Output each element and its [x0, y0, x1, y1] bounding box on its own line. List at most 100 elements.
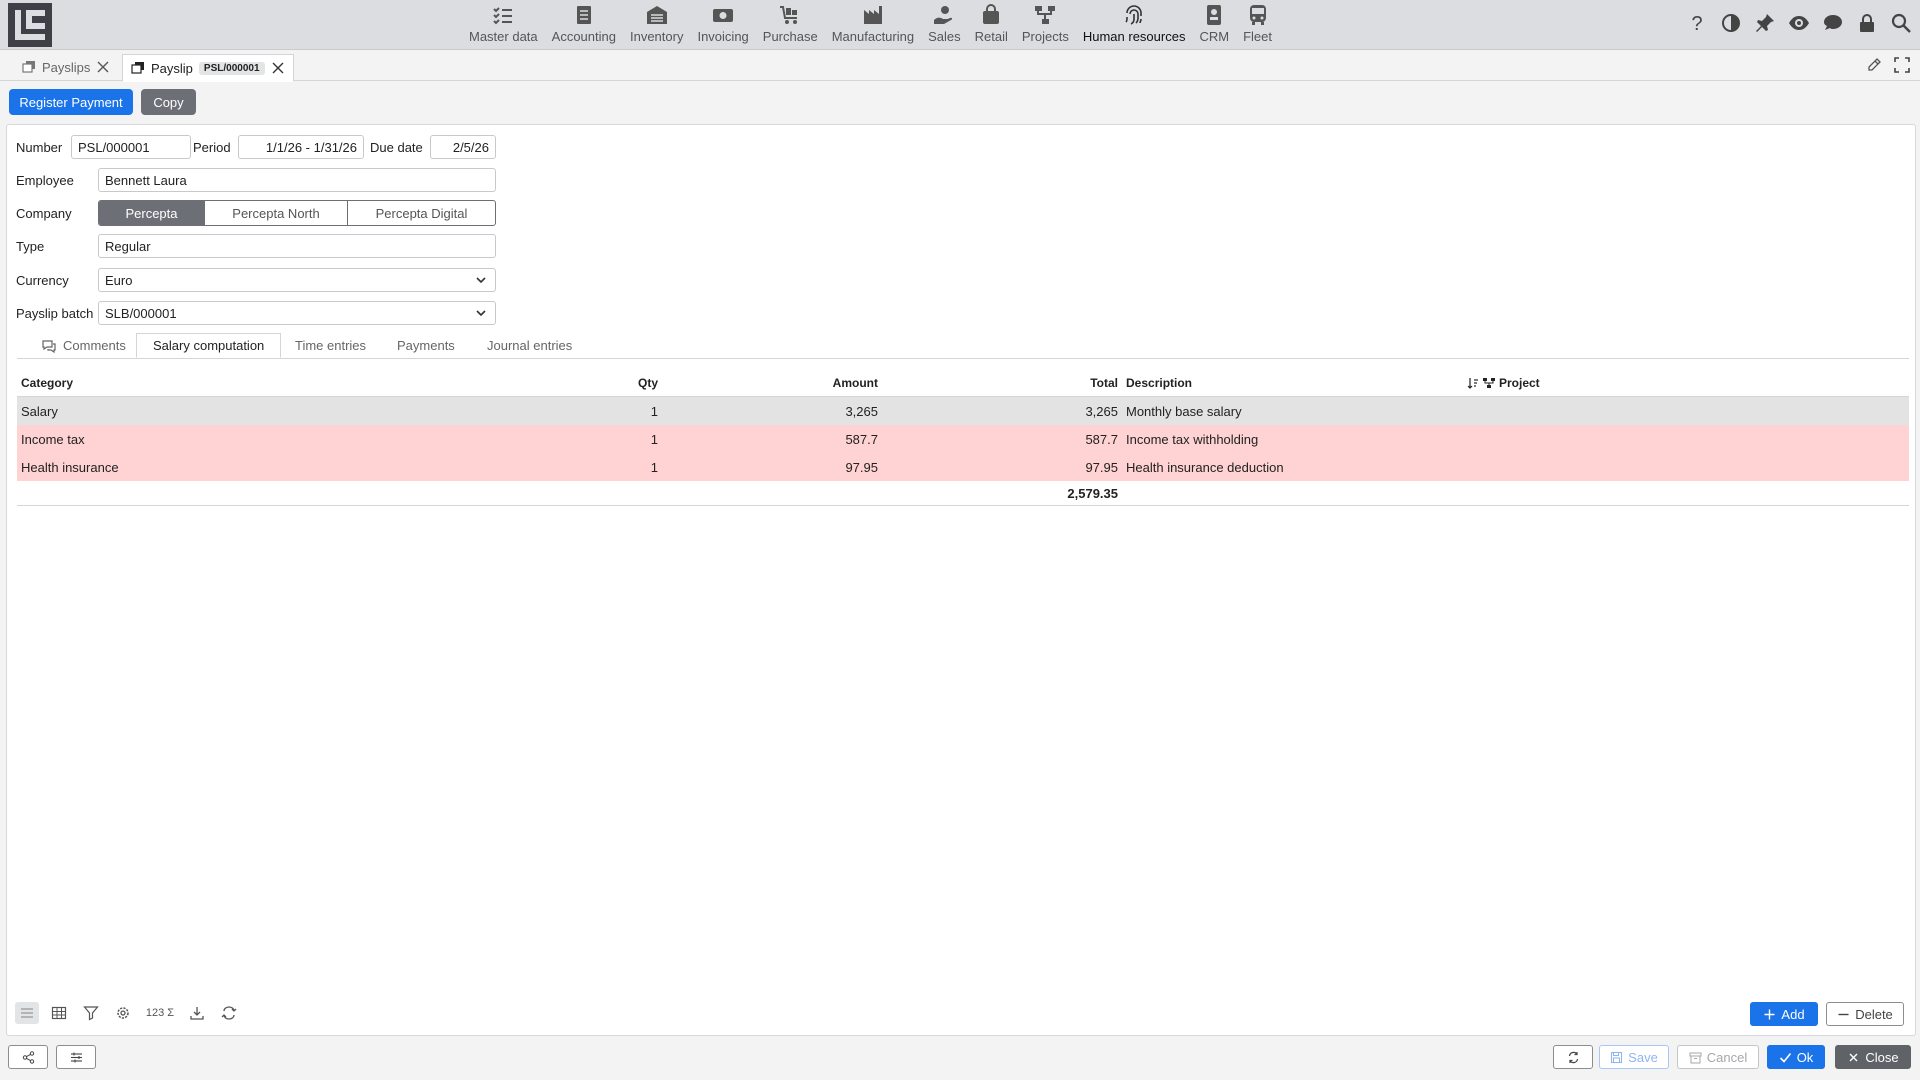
save-button[interactable]: Save [1599, 1045, 1669, 1069]
window-stack-icon [22, 61, 35, 73]
company-option-percepta[interactable]: Percepta [99, 201, 205, 225]
table-row[interactable]: Income tax 1 587.7 587.7 Income tax with… [17, 425, 1909, 453]
bus-icon [1249, 5, 1266, 25]
sort-icon[interactable] [1467, 377, 1479, 389]
grid-summary-row: 2,579.35 [17, 481, 1909, 506]
cell-description: Monthly base salary [1126, 403, 1242, 419]
settings-gear-icon[interactable] [111, 1002, 135, 1024]
payslip-batch-select[interactable]: SLB/000001 [98, 301, 496, 325]
help-icon[interactable]: ? [1686, 12, 1708, 34]
due-date-field[interactable]: 2/5/26 [430, 135, 496, 159]
chevron-down-icon[interactable] [475, 307, 487, 319]
tab-comments[interactable]: Comments [25, 333, 142, 358]
tab-journal-entries[interactable]: Journal entries [471, 333, 588, 358]
company-option-percepta-north[interactable]: Percepta North [205, 201, 348, 225]
chevron-down-icon[interactable] [475, 274, 487, 286]
currency-value: Euro [105, 272, 133, 288]
warehouse-icon [646, 6, 667, 24]
edit-pencil-icon[interactable] [1866, 57, 1882, 73]
cancel-button[interactable]: Cancel [1677, 1045, 1759, 1069]
column-header-project[interactable]: Project [1467, 369, 1540, 397]
close-label: Close [1865, 1049, 1899, 1065]
company-option-percepta-digital[interactable]: Percepta Digital [348, 201, 495, 225]
period-label: Period [193, 140, 231, 155]
tab-payments[interactable]: Payments [381, 333, 471, 358]
filter-icon[interactable] [79, 1002, 103, 1024]
column-header-category[interactable]: Category [21, 369, 73, 397]
module-projects[interactable]: Projects [1015, 0, 1076, 49]
download-icon[interactable] [185, 1002, 209, 1024]
module-manufacturing[interactable]: Manufacturing [825, 0, 921, 49]
hand-coin-icon [934, 6, 953, 24]
chat-icon[interactable] [1822, 12, 1844, 34]
tab-badge: PSL/000001 [198, 61, 265, 75]
table-row[interactable]: Health insurance 1 97.95 97.95 Health in… [17, 453, 1909, 481]
tab-time-entries[interactable]: Time entries [279, 333, 382, 358]
app-logo-icon[interactable] [8, 3, 52, 47]
employee-field[interactable]: Bennett Laura [98, 168, 496, 192]
currency-select[interactable]: Euro [98, 268, 496, 292]
eye-icon[interactable] [1788, 12, 1810, 34]
project-tree-icon [1483, 378, 1495, 388]
fullscreen-icon[interactable] [1894, 57, 1910, 73]
module-label: Master data [469, 29, 538, 44]
column-header-qty[interactable]: Qty [417, 369, 658, 397]
module-human-resources[interactable]: Human resources [1076, 0, 1193, 49]
close-icon[interactable] [271, 61, 285, 75]
tab-label: Payslips [42, 59, 91, 75]
share-button[interactable] [8, 1045, 48, 1069]
number-field[interactable]: PSL/000001 [71, 135, 191, 159]
table-view-icon[interactable] [47, 1002, 71, 1024]
contrast-icon[interactable] [1720, 12, 1742, 34]
add-row-button[interactable]: Add [1750, 1002, 1818, 1026]
ok-button[interactable]: Ok [1767, 1045, 1825, 1069]
cell-total: 97.95 [1085, 459, 1118, 475]
module-inventory[interactable]: Inventory [623, 0, 690, 49]
minus-icon [1838, 1013, 1849, 1015]
checklist-icon [493, 7, 513, 25]
module-sales[interactable]: Sales [921, 0, 968, 49]
refresh-cycle-icon[interactable] [217, 1002, 241, 1024]
column-header-total[interactable]: Total [878, 369, 1118, 397]
tab-salary-computation[interactable]: Salary computation [136, 333, 282, 358]
reload-button[interactable] [1553, 1045, 1593, 1069]
refresh-icon [1568, 1051, 1578, 1063]
company-selector: Percepta Percepta North Percepta Digital [98, 200, 496, 226]
register-payment-button[interactable]: Register Payment [9, 89, 133, 115]
list-view-icon[interactable] [15, 1002, 39, 1024]
module-label: Sales [928, 29, 961, 44]
column-header-amount[interactable]: Amount [658, 369, 878, 397]
pin-icon[interactable] [1754, 12, 1776, 34]
sum-total: 2,579.35 [1067, 485, 1118, 501]
lock-icon[interactable] [1856, 12, 1878, 34]
close-icon[interactable] [96, 60, 110, 74]
module-accounting[interactable]: Accounting [545, 0, 623, 49]
copy-button[interactable]: Copy [141, 89, 196, 115]
sum-aggregate-icon[interactable]: 123 Σ [143, 1002, 177, 1024]
module-label: Fleet [1243, 29, 1272, 44]
type-field[interactable]: Regular [98, 234, 496, 258]
save-label: Save [1628, 1049, 1658, 1065]
module-invoicing[interactable]: Invoicing [690, 0, 755, 49]
module-master-data[interactable]: Master data [462, 0, 545, 49]
cash-icon [713, 9, 734, 22]
close-icon [1849, 1053, 1858, 1061]
column-header-description[interactable]: Description [1126, 369, 1192, 397]
sum-aggregate-label: 123 [145, 1007, 165, 1019]
search-icon[interactable] [1890, 12, 1912, 34]
adjust-settings-button[interactable] [56, 1045, 96, 1069]
cell-category: Income tax [21, 431, 85, 447]
period-field[interactable]: 1/1/26 - 1/31/26 [238, 135, 364, 159]
module-purchase[interactable]: Purchase [756, 0, 825, 49]
table-row[interactable]: Salary 1 3,265 3,265 Monthly base salary [17, 397, 1909, 425]
delete-row-button[interactable]: Delete [1826, 1002, 1904, 1026]
close-button[interactable]: Close [1835, 1045, 1911, 1069]
tab-payslips[interactable]: Payslips [14, 54, 118, 80]
ok-label: Ok [1796, 1049, 1814, 1065]
module-crm[interactable]: CRM [1192, 0, 1236, 49]
window-stack-icon [131, 62, 144, 74]
module-fleet[interactable]: Fleet [1236, 0, 1279, 49]
module-label: Retail [974, 29, 1008, 44]
module-retail[interactable]: Retail [968, 0, 1015, 49]
tab-payslip[interactable]: Payslip PSL/000001 [122, 54, 294, 82]
